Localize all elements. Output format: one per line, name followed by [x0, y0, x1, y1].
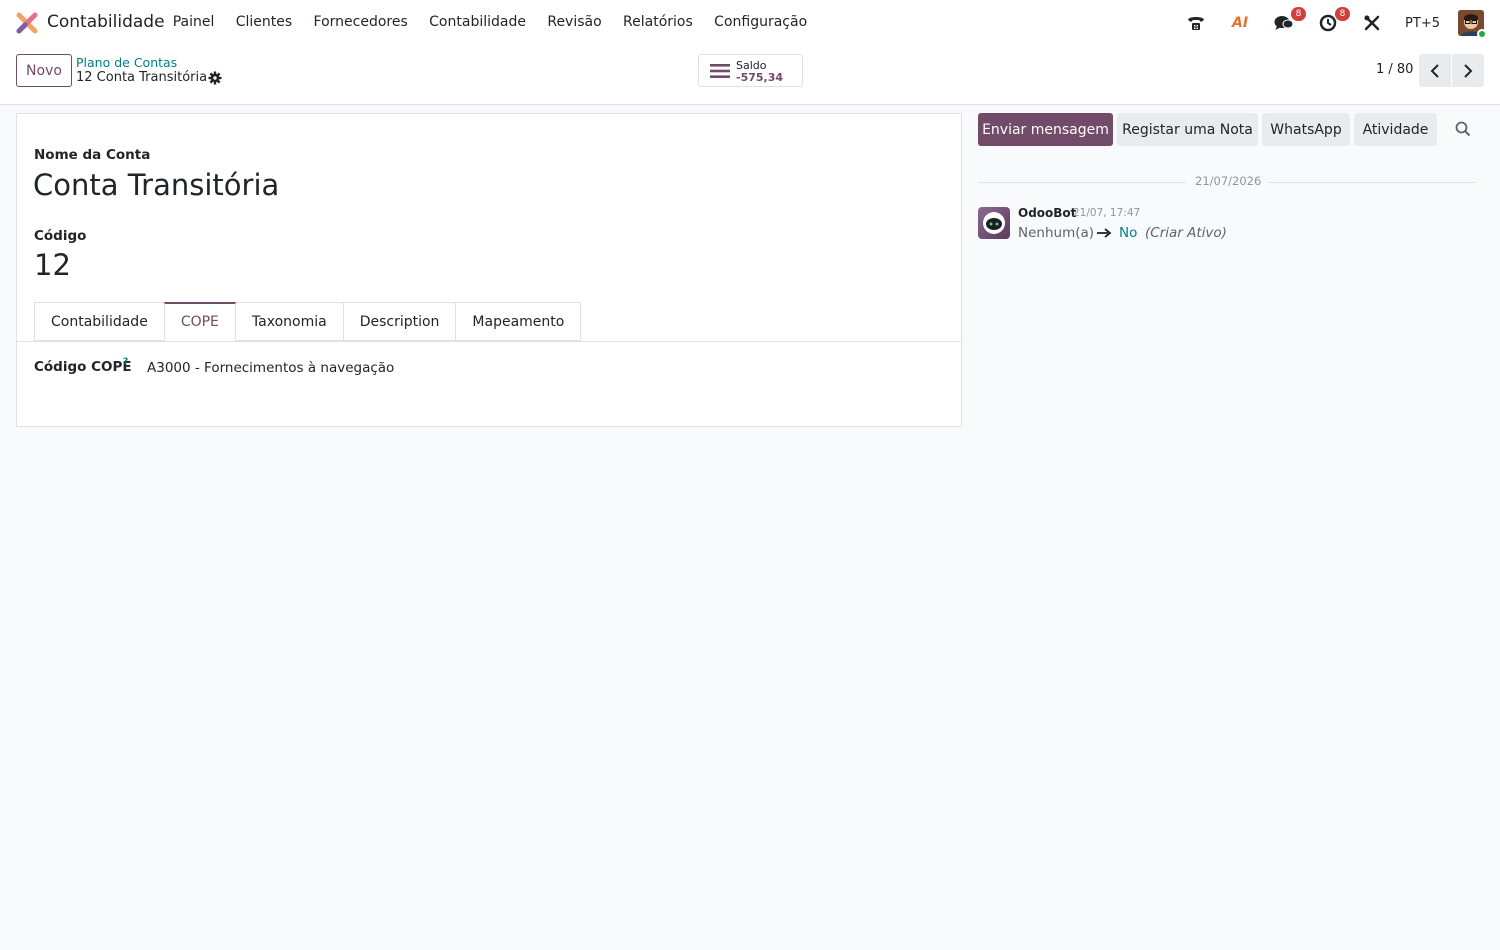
menu-item-clientes[interactable]: Clientes: [225, 14, 303, 30]
main-menu: Painel Clientes Fornecedores Contabilida…: [162, 14, 818, 30]
tab-mapeamento[interactable]: Mapeamento: [455, 302, 582, 341]
menu-item-painel[interactable]: Painel: [162, 14, 225, 30]
activities-badge: 8: [1335, 7, 1351, 21]
breadcrumb-chart-of-accounts[interactable]: Plano de Contas: [76, 55, 177, 70]
send-message-button[interactable]: Enviar mensagem: [978, 113, 1113, 146]
cope-code-label: Código COPE: [34, 359, 132, 375]
menu-item-fornecedores[interactable]: Fornecedores: [303, 14, 419, 30]
account-name-field[interactable]: Conta Transitória: [33, 168, 279, 202]
ai-icon[interactable]: AI: [1229, 12, 1251, 34]
messages-icon[interactable]: 8: [1273, 7, 1307, 34]
date-separator-line-left: [978, 182, 1186, 183]
balance-smart-button[interactable]: Saldo -575,34: [698, 54, 803, 87]
menu-item-relatorios[interactable]: Relatórios: [612, 14, 703, 30]
tracking-old-value: Nenhum(a): [1018, 225, 1095, 241]
whatsapp-button[interactable]: WhatsApp: [1262, 113, 1350, 146]
account-code-label: Código: [34, 228, 87, 244]
pager-previous-button[interactable]: [1419, 54, 1451, 87]
phone-icon[interactable]: [1185, 12, 1207, 34]
pager-value[interactable]: 1 / 80: [1376, 62, 1413, 77]
messages-badge: 8: [1291, 7, 1307, 21]
systray: AI 8 8 PT+5: [1163, 7, 1487, 39]
chevron-left-icon: [1430, 63, 1439, 78]
user-avatar[interactable]: [1458, 10, 1487, 39]
log-note-button[interactable]: Registar uma Nota: [1117, 113, 1258, 146]
pager-next-button[interactable]: [1452, 54, 1484, 87]
breadcrumb-current-record: 12 Conta Transitória: [76, 70, 208, 85]
gear-icon[interactable]: [208, 71, 222, 85]
account-code-field[interactable]: 12: [34, 248, 71, 282]
tab-cope[interactable]: COPE: [163, 302, 236, 341]
new-button[interactable]: Novo: [16, 54, 72, 87]
cope-help-tooltip[interactable]: ?: [123, 357, 128, 367]
activities-clock-icon[interactable]: 8: [1317, 7, 1351, 34]
online-status-icon: [1477, 29, 1487, 39]
ai-label: AI: [1232, 15, 1249, 31]
debug-tools-icon[interactable]: [1361, 12, 1383, 34]
list-bars-icon: [710, 64, 730, 78]
cope-code-field[interactable]: A3000 - Fornecimentos à navegação: [147, 360, 394, 376]
tab-taxonomia[interactable]: Taxonomia: [234, 302, 344, 341]
message-date: 21/07, 17:47: [1073, 207, 1141, 219]
balance-value: -575,34: [736, 71, 784, 84]
menu-item-revisao[interactable]: Revisão: [537, 14, 613, 30]
date-separator: 21/07/2026: [1195, 174, 1262, 188]
arrow-right-icon: [1097, 228, 1112, 238]
activity-button[interactable]: Atividade: [1354, 113, 1437, 146]
menu-item-contabilidade[interactable]: Contabilidade: [418, 14, 536, 30]
menu-item-configuracao[interactable]: Configuração: [703, 14, 817, 30]
tracking-field-name: (Criar Ativo): [1145, 225, 1227, 241]
odoobot-avatar[interactable]: [978, 207, 1010, 239]
account-name-label: Nome da Conta: [34, 147, 151, 163]
tab-description[interactable]: Description: [342, 302, 457, 341]
accounting-app-icon[interactable]: [16, 12, 38, 34]
app-name[interactable]: Contabilidade: [47, 12, 165, 32]
top-navbar: Contabilidade Painel Clientes Fornecedor…: [0, 0, 1500, 46]
search-icon[interactable]: [1455, 121, 1471, 137]
tab-contabilidade[interactable]: Contabilidade: [34, 302, 165, 341]
date-separator-line-right: [1268, 182, 1476, 183]
notebook-tabs: Contabilidade COPE Taxonomia Description…: [34, 302, 582, 342]
chevron-right-icon: [1464, 63, 1473, 78]
control-panel: Novo Plano de Contas 12 Conta Transitóri…: [0, 46, 1500, 105]
company-switcher[interactable]: PT+5: [1405, 16, 1440, 31]
message-author[interactable]: OdooBot: [1018, 206, 1076, 220]
tracking-new-value: No: [1119, 225, 1138, 241]
form-sheet: Nome da Conta Conta Transitória Código 1…: [16, 113, 962, 427]
